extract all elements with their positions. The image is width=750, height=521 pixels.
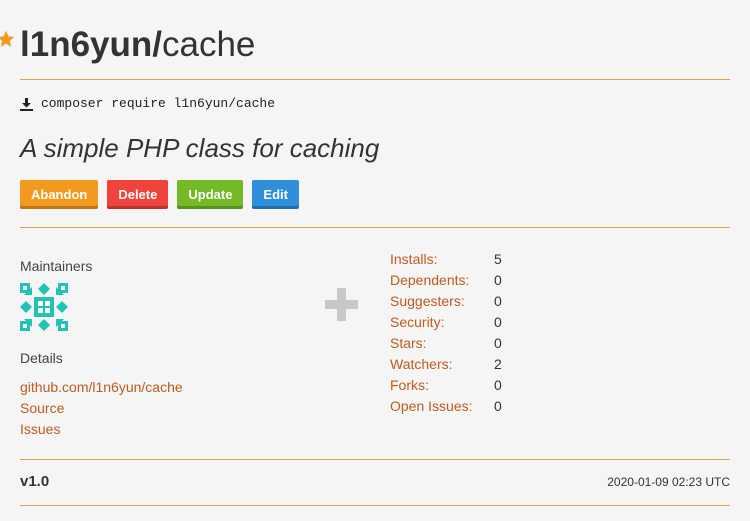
version-date: 2020-01-09 02:23 UTC: [607, 475, 730, 489]
package-title: l1n6yun/cache: [20, 24, 255, 66]
stat-label[interactable]: Open Issues:: [390, 396, 494, 417]
favorite-star-icon[interactable]: [0, 29, 16, 49]
stat-value: 0: [494, 293, 502, 309]
stat-value: 5: [494, 251, 502, 267]
stat-open-issues: Open Issues: 0: [390, 396, 502, 417]
stat-label[interactable]: Dependents:: [390, 270, 494, 291]
stat-stars: Stars: 0: [390, 333, 502, 354]
stat-value: 0: [494, 335, 502, 351]
maintainer-avatar[interactable]: [20, 283, 68, 331]
stat-value: 2: [494, 356, 502, 372]
stat-value: 0: [494, 314, 502, 330]
issues-link[interactable]: Issues: [20, 419, 183, 440]
stat-value: 0: [494, 272, 502, 288]
version-bottom-divider: [20, 505, 730, 506]
stat-suggesters: Suggesters: 0: [390, 291, 502, 312]
actions-divider: [20, 227, 730, 228]
details-label: Details: [20, 350, 63, 366]
details-links: github.com/l1n6yun/cache Source Issues: [20, 377, 183, 440]
title-divider: [20, 79, 730, 80]
download-icon: [20, 97, 33, 111]
edit-button[interactable]: Edit: [252, 180, 299, 209]
stat-label[interactable]: Suggesters:: [390, 291, 494, 312]
update-button[interactable]: Update: [177, 180, 244, 209]
stat-security: Security: 0: [390, 312, 502, 333]
stat-watchers: Watchers: 2: [390, 354, 502, 375]
stat-value: 0: [494, 377, 502, 393]
stat-label[interactable]: Watchers:: [390, 354, 494, 375]
version-top-divider: [20, 459, 730, 460]
maintainers-label: Maintainers: [20, 258, 93, 274]
package-description: A simple PHP class for caching: [20, 133, 380, 163]
install-command-text: composer require l1n6yun/cache: [41, 96, 276, 111]
source-link[interactable]: Source: [20, 398, 183, 419]
stat-installs: Installs: 5: [390, 249, 502, 270]
add-maintainer-plus-icon[interactable]: [325, 288, 358, 321]
version-name[interactable]: v1.0: [20, 473, 49, 490]
stat-label[interactable]: Installs:: [390, 249, 494, 270]
package-vendor: l1n6yun/: [20, 25, 162, 64]
install-command[interactable]: composer require l1n6yun/cache: [20, 95, 275, 113]
stat-forks: Forks: 0: [390, 375, 502, 396]
stat-label[interactable]: Stars:: [390, 333, 494, 354]
stat-dependents: Dependents: 0: [390, 270, 502, 291]
delete-button[interactable]: Delete: [107, 180, 169, 209]
package-name: cache: [161, 25, 256, 64]
stat-label[interactable]: Security:: [390, 312, 494, 333]
action-buttons: Abandon Delete Update Edit: [20, 180, 299, 209]
abandon-button[interactable]: Abandon: [20, 180, 99, 209]
package-stats: Installs: 5 Dependents: 0 Suggesters: 0 Sec…: [390, 249, 502, 417]
stat-value: 0: [494, 398, 502, 414]
github-link[interactable]: github.com/l1n6yun/cache: [20, 377, 183, 398]
stat-label[interactable]: Forks:: [390, 375, 494, 396]
